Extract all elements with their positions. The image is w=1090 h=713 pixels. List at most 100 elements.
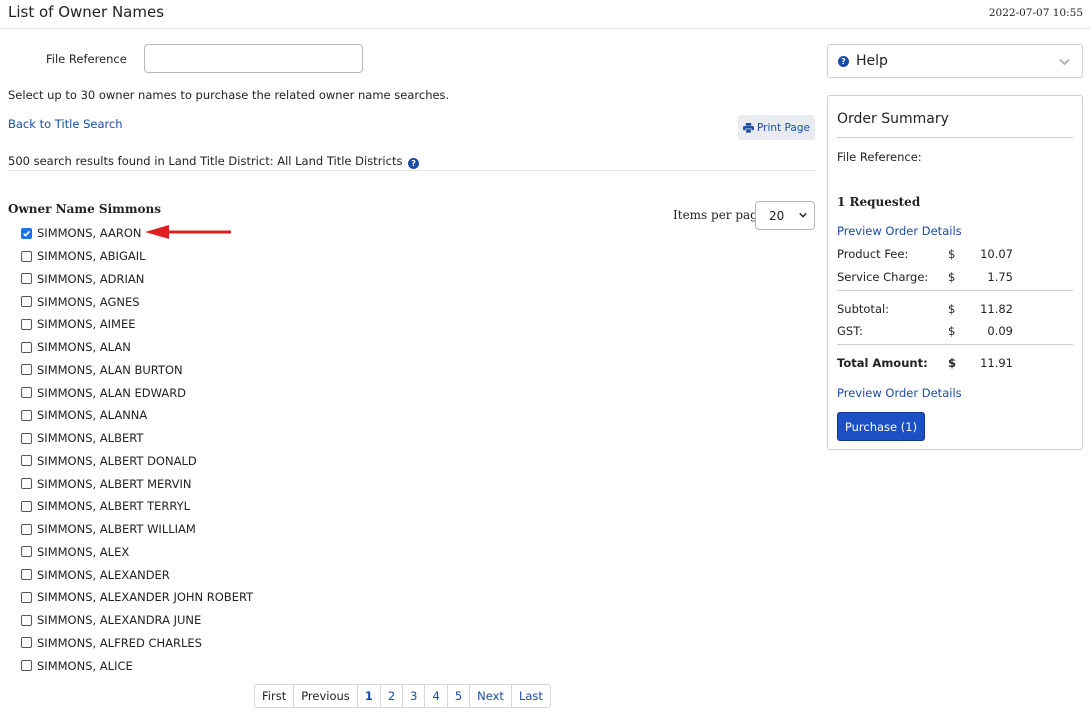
items-per-page-select[interactable]: 20 [755, 201, 815, 230]
divider [837, 290, 1073, 291]
owner-list-item[interactable]: SIMMONS, ALFRED CHARLES [21, 632, 253, 655]
divider [837, 344, 1073, 345]
owner-list-item[interactable]: SIMMONS, ALBERT DONALD [21, 450, 253, 473]
owner-name-label: SIMMONS, ALFRED CHARLES [37, 635, 202, 650]
owner-list-item[interactable]: SIMMONS, ADRIAN [21, 268, 253, 291]
owner-list-item[interactable]: SIMMONS, ALAN EDWARD [21, 381, 253, 404]
pagination-last[interactable]: Last [512, 685, 550, 707]
divider [837, 137, 1073, 138]
owner-list-item[interactable]: SIMMONS, ALAN [21, 336, 253, 359]
owner-checkbox[interactable] [21, 546, 32, 558]
chevron-down-icon [799, 212, 807, 218]
owner-checkbox[interactable] [21, 409, 32, 421]
owner-checkbox[interactable] [21, 341, 32, 353]
purchase-button[interactable]: Purchase (1) [837, 412, 925, 441]
gst-label: GST: [837, 324, 863, 338]
currency-symbol: $ [948, 324, 956, 338]
owner-checkbox[interactable] [21, 478, 32, 490]
owner-checkbox[interactable] [21, 387, 32, 399]
total-amount-value: 11.91 [980, 356, 1013, 370]
owner-checkbox[interactable] [21, 500, 32, 512]
owner-checkbox[interactable] [21, 660, 32, 672]
preview-order-details-link[interactable]: Preview Order Details [837, 386, 962, 400]
file-reference-input[interactable] [144, 44, 363, 73]
owner-checkbox[interactable] [21, 250, 32, 262]
owner-name-list: SIMMONS, AARON SIMMONS, ABIGAIL SIMMONS, A… [21, 222, 253, 677]
owner-name-label: SIMMONS, ALAN BURTON [37, 362, 183, 377]
page-title: List of Owner Names [8, 3, 165, 21]
question-circle-icon[interactable]: ? [408, 158, 420, 169]
owner-list-item[interactable]: SIMMONS, ALBERT TERRYL [21, 495, 253, 518]
pagination: First Previous 1 2 3 4 5 Next Last [254, 684, 551, 708]
file-reference-label: File Reference [46, 52, 127, 66]
service-charge-label: Service Charge: [837, 270, 929, 284]
owner-list-item[interactable]: SIMMONS, ALICE [21, 654, 253, 677]
owner-checkbox[interactable] [21, 318, 32, 330]
owner-name-label: SIMMONS, ALEXANDRA JUNE [37, 613, 202, 628]
product-fee-value: 10.07 [980, 247, 1013, 261]
pagination-first[interactable]: First [255, 685, 295, 707]
owner-checkbox[interactable] [21, 591, 32, 603]
owner-checkbox[interactable] [21, 455, 32, 467]
owner-list-item[interactable]: SIMMONS, ALEXANDRA JUNE [21, 609, 253, 632]
owner-checkbox[interactable] [21, 273, 32, 285]
owner-checkbox[interactable] [21, 296, 32, 308]
question-circle-icon: ? [838, 55, 849, 67]
items-per-page-value: 20 [769, 208, 785, 223]
owner-name-label: SIMMONS, ALBERT WILLIAM [37, 522, 196, 537]
printer-icon [743, 122, 754, 133]
pagination-page[interactable]: 3 [403, 685, 426, 707]
owner-checkbox[interactable] [21, 227, 32, 239]
print-page-label: Print Page [757, 121, 810, 134]
print-page-button[interactable]: Print Page [738, 115, 815, 140]
owner-name-label: SIMMONS, ALBERT DONALD [37, 453, 197, 468]
help-title: Help [856, 53, 888, 69]
owner-list-item[interactable]: SIMMONS, ALBERT MERVIN [21, 472, 253, 495]
owner-name-label: SIMMONS, AARON [37, 226, 142, 241]
order-summary-title: Order Summary [837, 111, 949, 127]
owner-name-label: SIMMONS, ALBERT TERRYL [37, 499, 191, 514]
owner-list-item[interactable]: SIMMONS, AGNES [21, 290, 253, 313]
owner-list-item[interactable]: SIMMONS, AIMEE [21, 313, 253, 336]
red-arrow-annotation [145, 225, 231, 239]
owner-name-label: SIMMONS, ALEXANDER JOHN ROBERT [37, 590, 254, 605]
items-per-page-label: Items per page [673, 208, 765, 222]
back-to-title-search-link[interactable]: Back to Title Search [8, 117, 123, 131]
owner-checkbox[interactable] [21, 637, 32, 649]
owner-list-item[interactable]: SIMMONS, ALEXANDER [21, 563, 253, 586]
owner-name-label: SIMMONS, ALICE [37, 658, 133, 673]
owner-list-item[interactable]: SIMMONS, ALAN BURTON [21, 359, 253, 382]
owner-name-label: SIMMONS, ABIGAIL [37, 249, 146, 264]
owner-name-label: SIMMONS, AGNES [37, 294, 140, 309]
owner-checkbox[interactable] [21, 614, 32, 626]
owner-checkbox[interactable] [21, 364, 32, 376]
divider [8, 170, 815, 171]
summary-file-reference-label: File Reference: [837, 150, 922, 164]
owner-checkbox[interactable] [21, 432, 32, 444]
results-summary: 500 search results found in Land Title D… [8, 154, 420, 169]
owner-name-label: SIMMONS, AIMEE [37, 317, 136, 332]
owner-list-item[interactable]: SIMMONS, ALBERT [21, 427, 253, 450]
chevron-down-icon [1059, 58, 1070, 66]
owner-checkbox[interactable] [21, 569, 32, 581]
pagination-page[interactable]: 2 [381, 685, 404, 707]
pagination-page[interactable]: 1 [358, 685, 381, 707]
gst-value: 0.09 [987, 324, 1013, 338]
help-panel[interactable]: ? Help [827, 44, 1083, 78]
currency-symbol: $ [948, 356, 957, 370]
owner-list-item[interactable]: SIMMONS, ALEX [21, 541, 253, 564]
pagination-page[interactable]: 5 [448, 685, 471, 707]
preview-order-details-link[interactable]: Preview Order Details [837, 224, 962, 238]
owner-list-item[interactable]: SIMMONS, ALBERT WILLIAM [21, 518, 253, 541]
owner-checkbox[interactable] [21, 523, 32, 535]
total-amount-label: Total Amount: [837, 356, 928, 370]
pagination-next[interactable]: Next [470, 685, 512, 707]
top-bar: List of Owner Names 2022-07-07 10:55 [0, 0, 1090, 29]
owner-list-item[interactable]: SIMMONS, ALEXANDER JOHN ROBERT [21, 586, 253, 609]
pagination-page[interactable]: 4 [425, 685, 448, 707]
pagination-previous[interactable]: Previous [294, 685, 358, 707]
owner-list-item[interactable]: SIMMONS, ALANNA [21, 404, 253, 427]
owner-list-item[interactable]: SIMMONS, ABIGAIL [21, 245, 253, 268]
currency-symbol: $ [948, 247, 956, 261]
owner-name-label: SIMMONS, ALEX [37, 544, 130, 559]
